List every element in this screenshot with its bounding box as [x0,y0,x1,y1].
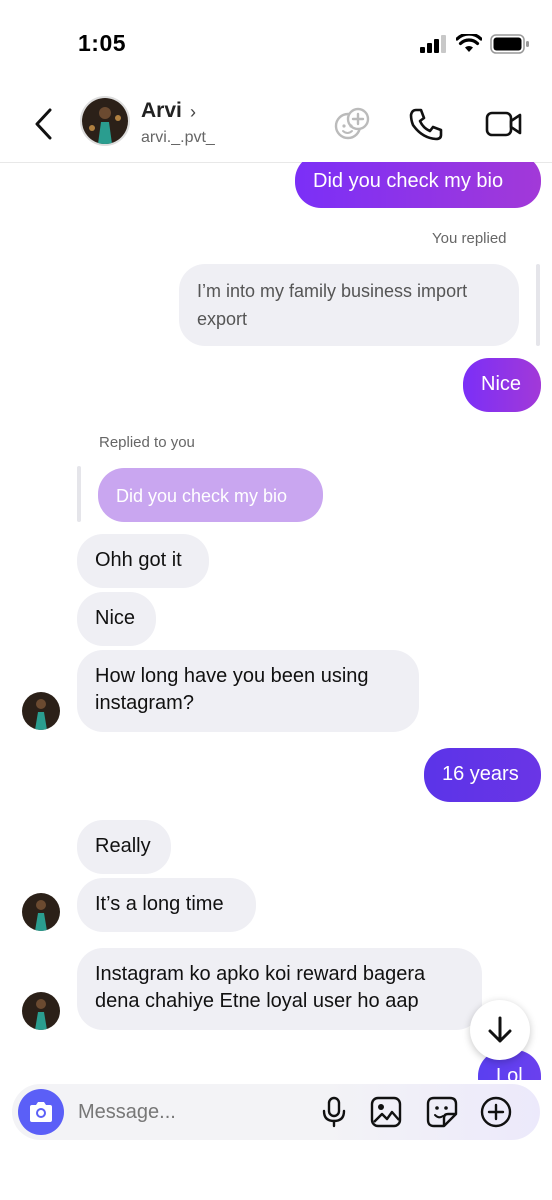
contact-name-chevron[interactable]: › [190,102,196,123]
video-call-icon[interactable] [484,104,524,144]
gallery-icon[interactable] [370,1096,402,1128]
quoted-message[interactable]: Did you check my bio [98,468,323,522]
avatar[interactable] [80,96,130,146]
contact-name[interactable]: Arvi [141,99,182,123]
add-icon[interactable] [480,1096,512,1128]
avatar[interactable] [22,893,60,931]
status-icons [420,34,530,54]
replied-to-you-label: Replied to you [99,434,195,451]
arrow-down-icon [488,1016,512,1043]
message-input[interactable] [78,1096,298,1128]
status-bar: 1:05 [0,0,552,90]
cellular-signal-icon [420,35,446,53]
battery-icon [490,34,529,54]
contact-handle: arvi._.pvt_ [141,129,215,146]
microphone-icon[interactable] [318,1096,350,1128]
back-arrow-icon[interactable] [30,106,58,142]
message-incoming[interactable]: Nice [77,592,156,646]
scroll-to-bottom-button[interactable] [470,1000,530,1060]
message-outgoing[interactable]: Nice [463,358,541,412]
reply-indicator-bar [536,264,540,346]
message-incoming[interactable]: How long have you been using instagram? [77,650,419,732]
message-outgoing[interactable]: 16 years [424,748,541,802]
message-outgoing[interactable]: Did you check my bio [295,162,541,208]
message-thread[interactable]: Did you check my bio You replied I’m int… [0,162,552,1080]
wifi-icon [456,34,482,52]
message-composer [12,1084,540,1140]
message-incoming[interactable]: Ohh got it [77,534,209,588]
status-time: 1:05 [78,30,127,56]
chat-header: Arvi › arvi._.pvt_ [0,90,552,163]
reply-indicator-bar [77,466,81,522]
message-incoming[interactable]: Instagram ko apko koi reward bagera dena… [77,948,482,1030]
you-replied-label: You replied [432,230,507,247]
avatar[interactable] [22,692,60,730]
avatar[interactable] [22,992,60,1030]
phone-call-icon[interactable] [406,104,446,144]
camera-button[interactable] [18,1089,64,1135]
sticker-icon[interactable] [426,1096,458,1128]
message-incoming[interactable]: It’s a long time [77,878,256,932]
add-effect-icon[interactable] [332,104,372,144]
message-incoming[interactable]: Really [77,820,171,874]
quoted-reply-message[interactable]: I’m into my family business import expor… [179,264,519,346]
camera-icon [30,1102,52,1122]
